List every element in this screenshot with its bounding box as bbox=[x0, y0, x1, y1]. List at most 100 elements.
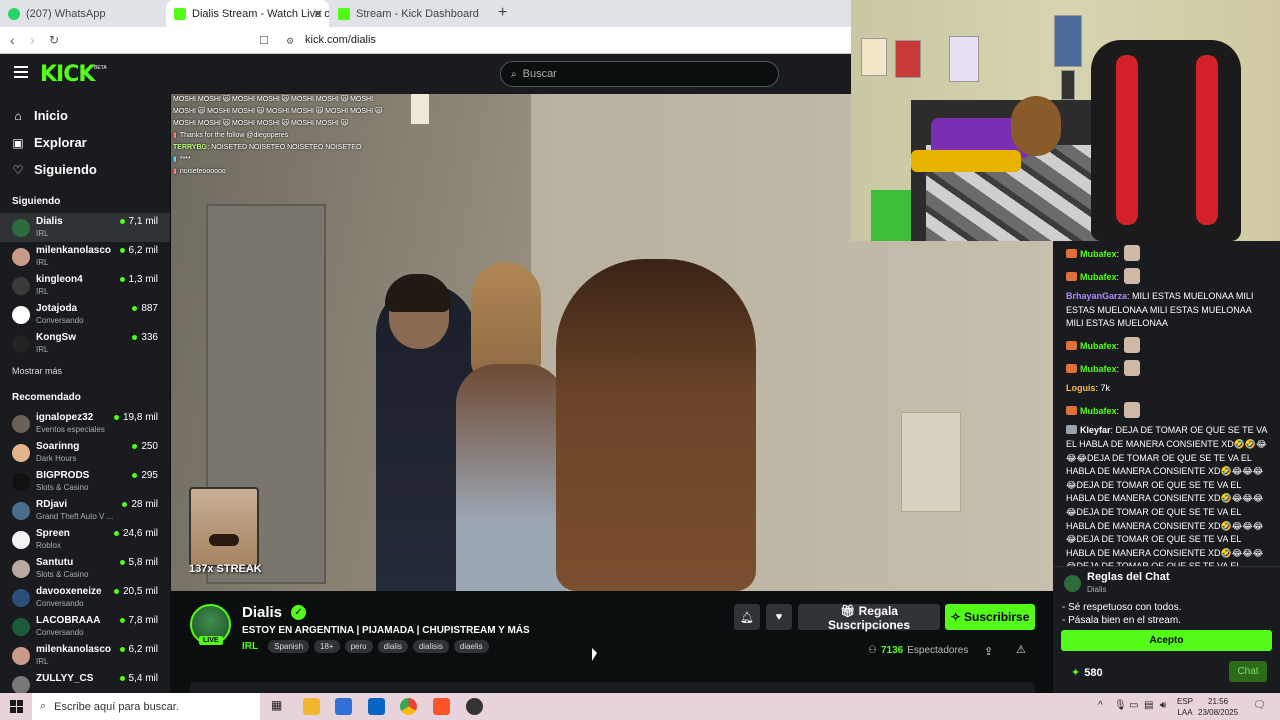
sidebar-channel[interactable]: milenkanolasco IRL 6,2 mil bbox=[0, 242, 170, 271]
chat-username[interactable]: Mubafex bbox=[1080, 272, 1117, 282]
nav-explorar[interactable]: ▣ Explorar bbox=[0, 129, 170, 156]
emote-icon bbox=[1123, 245, 1140, 261]
tab-title: Dialis Stream - Watch Live o bbox=[192, 7, 329, 20]
sidebar-channel[interactable]: Jotajoda Conversando 887 bbox=[0, 300, 170, 329]
gift-icon: 🎁︎ bbox=[840, 604, 856, 618]
follow-button[interactable]: ♥ bbox=[766, 604, 792, 630]
channel-viewers: 250 bbox=[132, 441, 158, 452]
sidebar-channel[interactable]: BIGPRODS Slots & Casino 295 bbox=[0, 467, 170, 496]
search-input[interactable] bbox=[522, 68, 743, 80]
taskbar-search[interactable]: ⌕ Escribe aquí para buscar. bbox=[32, 693, 260, 720]
stream-tag[interactable]: diaelis bbox=[453, 640, 489, 653]
back-icon[interactable]: ‹ bbox=[10, 32, 15, 48]
search-box[interactable]: ⌕ bbox=[500, 61, 779, 87]
chat-messages[interactable]: Mubafex: Mubafex: BrhayanGarza: MILI EST… bbox=[1053, 241, 1280, 566]
chat-colon: : bbox=[1116, 363, 1122, 374]
channel-name: LACOBRAAA bbox=[36, 615, 101, 626]
site-info-icon[interactable]: ⚙ bbox=[286, 36, 294, 47]
reload-icon[interactable]: ↻ bbox=[49, 33, 59, 47]
live-dot-icon bbox=[132, 444, 138, 449]
system-clock[interactable]: 21:56 23/08/2025 bbox=[1198, 696, 1238, 718]
sidebar-channel[interactable]: RDjavi Grand Theft Auto V ... 28 mil bbox=[0, 496, 170, 525]
chat-message: Loguis: 7k bbox=[1066, 382, 1270, 396]
language-indicator[interactable]: ESP LAA bbox=[1177, 696, 1193, 718]
windows-start-icon[interactable] bbox=[10, 700, 23, 713]
stream-tag[interactable]: Spanish bbox=[268, 640, 310, 653]
tab-whatsapp[interactable]: (207) WhatsApp bbox=[0, 0, 165, 27]
sidebar-channel[interactable]: Santutu Slots & Casino 5,8 mil bbox=[0, 554, 170, 583]
video-person-center bbox=[456, 364, 566, 591]
share-icon[interactable]: ⇪ bbox=[984, 645, 993, 658]
channel-name: milenkanolasco bbox=[36, 245, 112, 256]
chat-username[interactable]: BrhayanGarza bbox=[1066, 291, 1127, 301]
sidebar-channel[interactable]: Spreen Roblox 24,6 mil bbox=[0, 525, 170, 554]
gift-subs-button[interactable]: 🎁︎ Regala Suscripciones bbox=[798, 604, 940, 632]
channel-category: IRL bbox=[36, 345, 49, 354]
store-icon[interactable] bbox=[335, 698, 352, 715]
kick-logo[interactable]: KICK bbox=[40, 62, 95, 87]
chat-username[interactable]: Mubafex bbox=[1080, 249, 1117, 259]
channel-name: davooxeneize bbox=[36, 586, 102, 597]
notifications-button[interactable]: 🔔︎ bbox=[734, 604, 760, 630]
sidebar-channel[interactable]: milenkanolasco IRL 6,2 mil bbox=[0, 641, 170, 670]
chat-username[interactable]: Loguis bbox=[1066, 383, 1096, 393]
bookmark-icon[interactable]: ☐ bbox=[259, 34, 269, 47]
channel-points[interactable]: ✦ 580 bbox=[1071, 666, 1103, 680]
star-icon: ✧ bbox=[950, 610, 961, 624]
nav-inicio[interactable]: ⌂ Inicio bbox=[0, 102, 170, 129]
sidebar-channel[interactable]: ZULLYY_CS 5,4 mil bbox=[0, 670, 170, 693]
channel-avatar bbox=[12, 277, 30, 295]
stream-tag[interactable]: peru bbox=[344, 640, 373, 653]
sidebar-channel[interactable]: davooxeneize Conversando 20,5 mil bbox=[0, 583, 170, 612]
battery-icon[interactable]: ▭ bbox=[1129, 700, 1138, 711]
channel-avatar bbox=[12, 618, 30, 636]
task-view-icon[interactable]: ▦ bbox=[271, 698, 288, 715]
microphone-icon[interactable]: 🎙︎ bbox=[1114, 700, 1127, 711]
chat-username[interactable]: Mubafex bbox=[1080, 341, 1117, 351]
brave-icon[interactable] bbox=[433, 698, 450, 715]
category-link[interactable]: IRL bbox=[242, 641, 258, 652]
outlook-icon[interactable] bbox=[368, 698, 385, 715]
menu-icon[interactable] bbox=[14, 66, 28, 78]
network-icon[interactable]: ▤ bbox=[1144, 700, 1153, 711]
subscribe-button[interactable]: ✧ Suscribirse bbox=[945, 604, 1035, 630]
file-explorer-icon[interactable] bbox=[303, 698, 320, 715]
tab-dialis-stream[interactable]: Dialis Stream - Watch Live o ✕ bbox=[166, 0, 329, 27]
sidebar-channel[interactable]: kingleon4 IRL 1,3 mil bbox=[0, 271, 170, 300]
url-field[interactable]: kick.com/dialis bbox=[305, 34, 376, 46]
stream-tag[interactable]: 18+ bbox=[314, 640, 340, 653]
sidebar-channel[interactable]: Soarinng Dark Hours 250 bbox=[0, 438, 170, 467]
forward-icon[interactable]: › bbox=[30, 32, 35, 48]
show-more-link[interactable]: Mostrar más bbox=[0, 358, 170, 380]
stream-tag[interactable]: dialis bbox=[377, 640, 408, 653]
sidebar-channel[interactable]: Dialis IRL 7,1 mil bbox=[0, 213, 170, 242]
chat-send-button[interactable]: Chat bbox=[1229, 661, 1267, 682]
notifications-icon[interactable]: 🗨︎ bbox=[1253, 700, 1266, 711]
close-tab-icon[interactable]: ✕ bbox=[313, 7, 323, 21]
stream-tag[interactable]: dialisis bbox=[412, 640, 449, 653]
nav-siguiendo[interactable]: ♡ Siguiendo bbox=[0, 156, 170, 183]
channel-category: Conversando bbox=[36, 599, 84, 608]
nav-label: Siguiendo bbox=[34, 162, 97, 177]
tray-chevron-icon[interactable]: ^ bbox=[1098, 700, 1103, 711]
streamer-name[interactable]: Dialis bbox=[242, 604, 282, 621]
channel-viewers: 7,8 mil bbox=[119, 615, 158, 626]
sidebar-channel[interactable]: ignalopez32 Eventos especiales 19,8 mil bbox=[0, 409, 170, 438]
channel-viewers: 6,2 mil bbox=[119, 644, 158, 655]
chat-username[interactable]: Mubafex bbox=[1080, 364, 1117, 374]
obs-icon[interactable] bbox=[466, 698, 483, 715]
live-dot-icon bbox=[119, 219, 125, 224]
bell-icon: 🔔︎ bbox=[740, 611, 754, 624]
sidebar-channel[interactable]: LACOBRAAA Conversando 7,8 mil bbox=[0, 612, 170, 641]
channel-viewers: 6,2 mil bbox=[119, 245, 158, 256]
chat-username[interactable]: Mubafex bbox=[1080, 406, 1117, 416]
channel-avatar bbox=[12, 676, 30, 693]
accept-rules-button[interactable]: Acepto bbox=[1061, 630, 1272, 651]
chrome-icon[interactable] bbox=[400, 698, 417, 715]
report-icon[interactable]: ⚠ bbox=[1016, 643, 1026, 656]
tab-kick-dashboard[interactable]: Stream - Kick Dashboard bbox=[330, 0, 495, 27]
sidebar-channel[interactable]: KongSw IRL 336 bbox=[0, 329, 170, 358]
new-tab-button[interactable]: + bbox=[498, 4, 507, 22]
chat-username[interactable]: Kleyfar bbox=[1080, 425, 1111, 435]
volume-icon[interactable]: 🔊︎ bbox=[1160, 700, 1166, 711]
